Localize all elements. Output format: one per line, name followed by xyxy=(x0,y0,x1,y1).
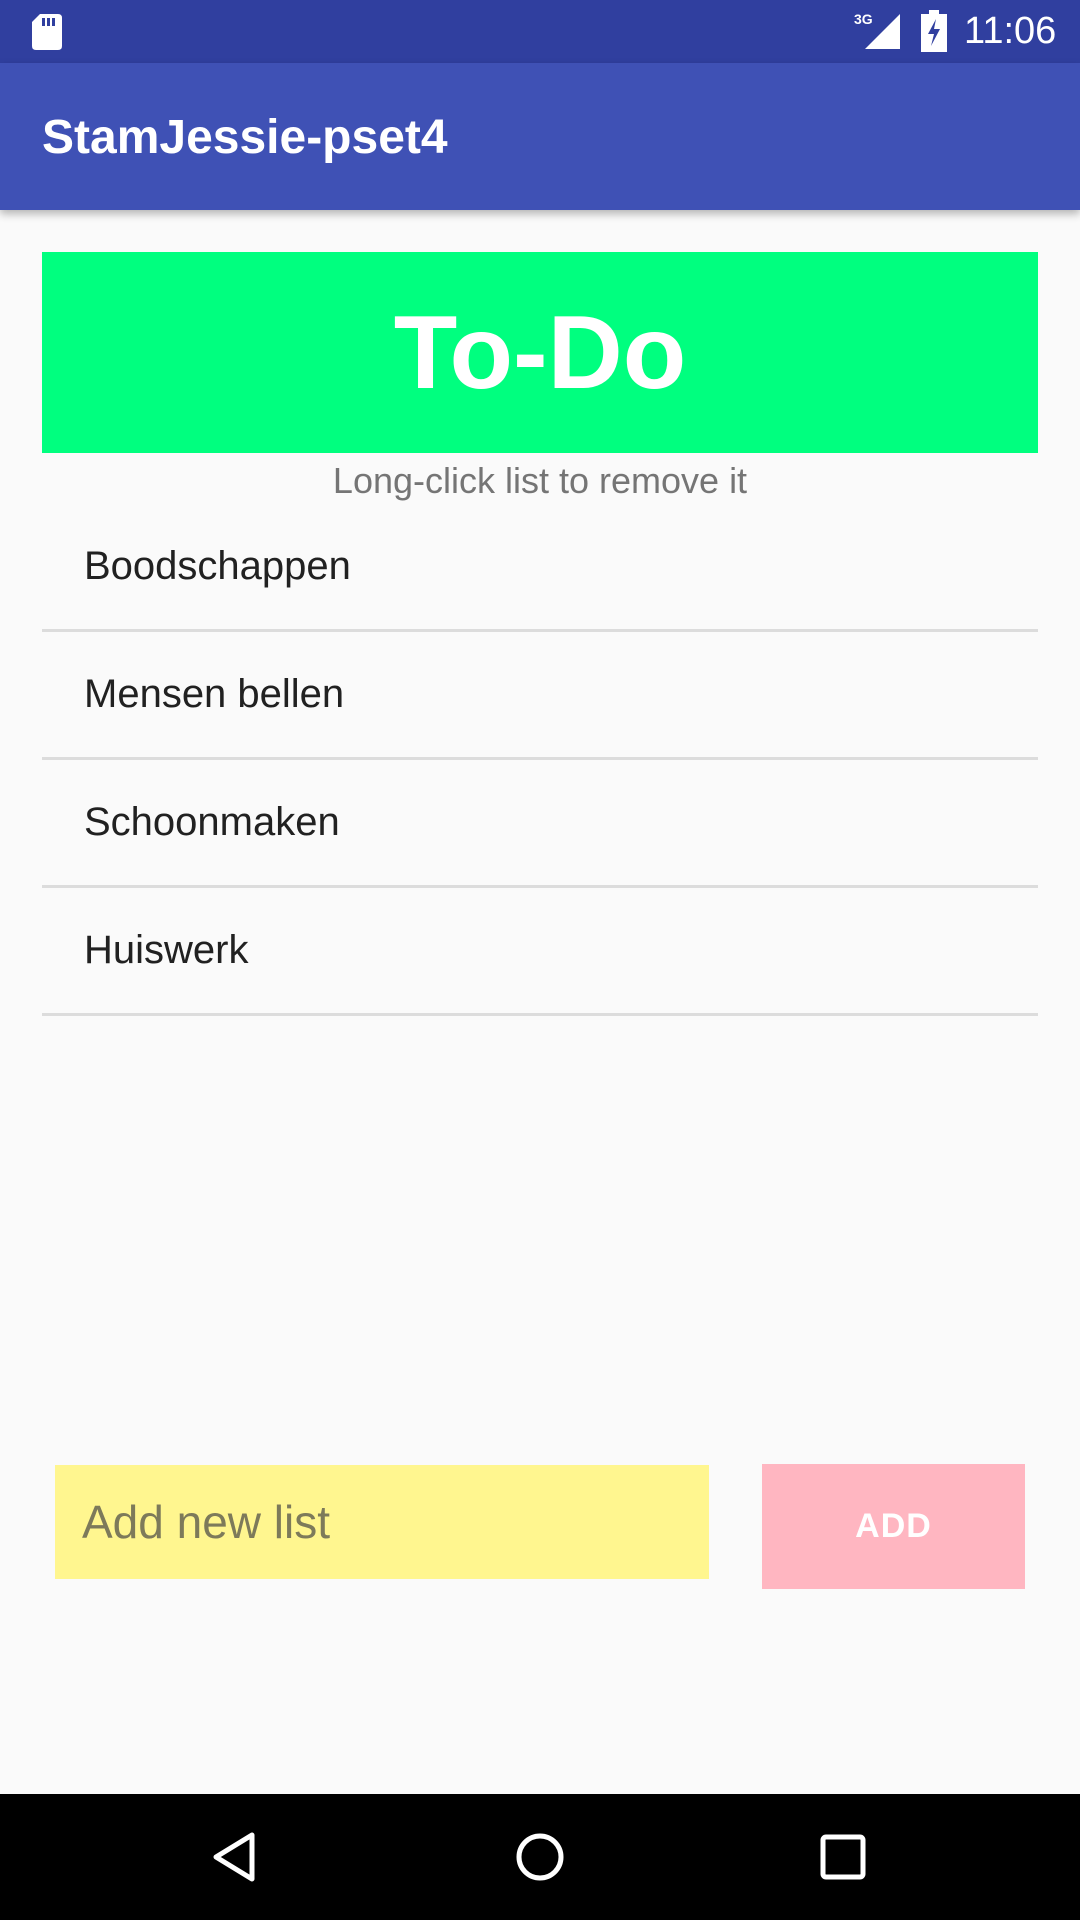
new-list-input[interactable] xyxy=(55,1465,709,1579)
status-bar: 3G 11:06 xyxy=(0,0,1080,63)
sd-card-icon xyxy=(32,14,62,50)
list-item-label: Schoonmaken xyxy=(84,800,340,844)
home-icon[interactable] xyxy=(510,1827,570,1887)
list-item[interactable]: Boodschappen xyxy=(42,504,1038,632)
hint-text: Long-click list to remove it xyxy=(332,460,748,501)
list-item-label: Mensen bellen xyxy=(84,672,345,716)
todo-lists: Boodschappen Mensen bellen Schoonmaken H… xyxy=(42,504,1038,1016)
todo-header: To-Do xyxy=(42,252,1038,453)
list-item-label: Boodschappen xyxy=(84,544,351,588)
list-item[interactable]: Huiswerk xyxy=(42,888,1038,1016)
app-title: StamJessie-pset4 xyxy=(42,111,448,164)
list-item-label: Huiswerk xyxy=(84,928,249,972)
list-item[interactable]: Schoonmaken xyxy=(42,760,1038,888)
recents-icon[interactable] xyxy=(813,1827,873,1887)
app-bar: StamJessie-pset4 xyxy=(0,63,1080,210)
battery-charging-icon xyxy=(921,10,947,52)
header-title: To-Do xyxy=(393,294,687,411)
status-time: 11:06 xyxy=(964,10,1057,52)
list-item[interactable]: Mensen bellen xyxy=(42,632,1038,760)
add-button[interactable]: ADD xyxy=(762,1464,1025,1589)
back-icon[interactable] xyxy=(206,1827,266,1887)
network-type-label: 3G xyxy=(854,11,873,27)
signal-icon: 3G xyxy=(854,11,900,49)
navigation-bar xyxy=(0,1794,1080,1920)
